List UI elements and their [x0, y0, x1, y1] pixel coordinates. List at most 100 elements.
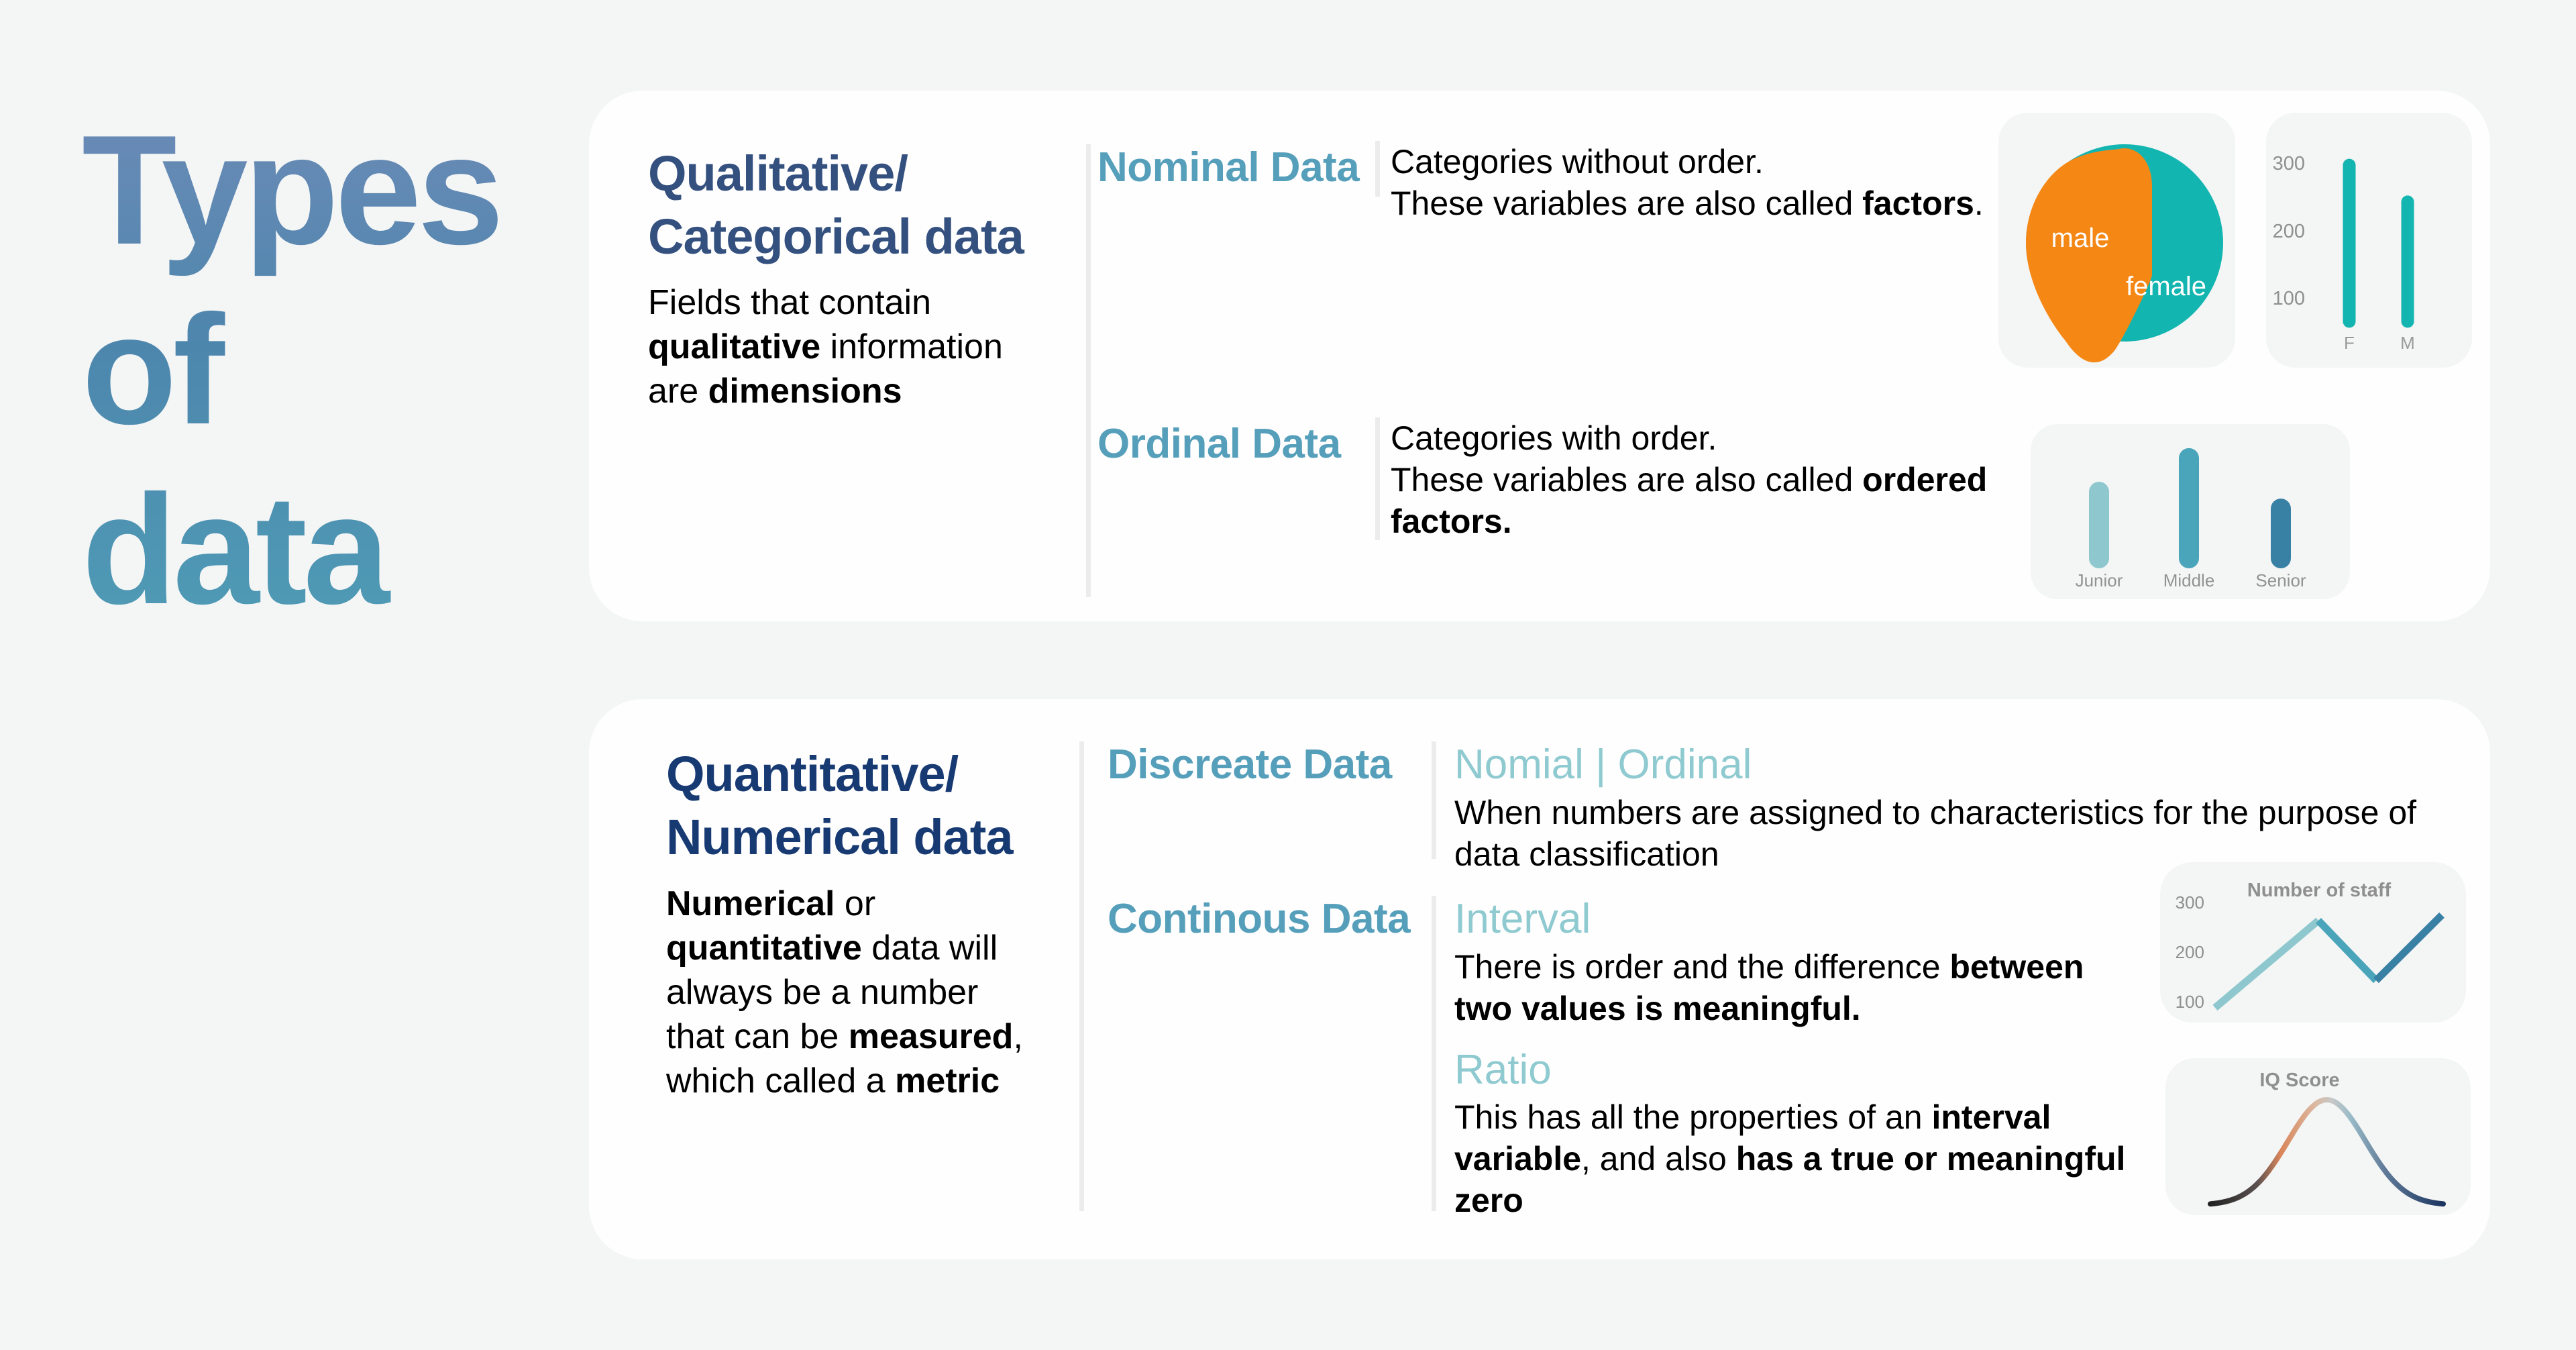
- title-line-3: data: [82, 463, 386, 637]
- text: information: [820, 327, 1003, 366]
- bold-text: metric: [895, 1061, 1000, 1100]
- y-tick-200: 200: [2176, 942, 2204, 962]
- quantitative-desc-line-2: quantitative data will: [666, 926, 1082, 970]
- bold-text: measured: [848, 1017, 1014, 1056]
- line-segment-3: [2373, 912, 2445, 984]
- text: , and also: [1581, 1140, 1736, 1178]
- interval-description: There is order and the difference betwee…: [1454, 946, 2125, 1029]
- text: These variables are also called: [1391, 461, 1863, 499]
- divider: [1086, 144, 1091, 597]
- bold-text: ordered: [1862, 461, 1988, 499]
- bold-text: has a true or meaningful: [1735, 1140, 2126, 1178]
- x-label-m: M: [2400, 333, 2415, 353]
- staff-line-chart-box: Number of staff 300 200 100: [2160, 862, 2466, 1023]
- staff-line-chart: Number of staff 300 200 100: [2176, 880, 2445, 1012]
- bold-text: two values is meaningful.: [1454, 990, 1861, 1027]
- quantitative-desc-line-5: which called a metric: [666, 1059, 1082, 1103]
- x-label-junior: Junior: [2076, 570, 2123, 590]
- qualitative-heading: Qualitative/ Categorical data: [648, 142, 1077, 268]
- iq-score-chart: IQ Score: [2208, 1070, 2446, 1207]
- qualitative-heading-line-1: Qualitative/: [648, 146, 908, 201]
- gender-pie-chart: male female: [2026, 144, 2223, 363]
- text: that can be: [666, 1017, 849, 1056]
- quantitative-heading-line-1: Quantitative/: [666, 746, 959, 802]
- text: This has all the properties of an: [1454, 1098, 1932, 1136]
- chart-title: IQ Score: [2259, 1070, 2339, 1091]
- quantitative-desc-line-1: Numerical or: [666, 882, 1082, 926]
- line-segment-2: [2316, 918, 2379, 984]
- divider: [1079, 741, 1084, 1211]
- y-tick-200: 200: [2273, 221, 2305, 242]
- nominal-description: Categories without order. These variable…: [1391, 141, 1994, 224]
- ordinal-desc-line-1: Categories with order.: [1391, 419, 1717, 457]
- gender-bar-chart: 300 200 100 F M: [2273, 153, 2415, 353]
- pie-chart-box: male female: [1998, 113, 2235, 368]
- pie-label-female: female: [2126, 272, 2206, 301]
- text: which called a: [666, 1061, 896, 1100]
- divider: [1432, 896, 1436, 1211]
- interval-desc-line-2: two values is meaningful.: [1454, 988, 2125, 1029]
- bold-text: qualitative: [648, 327, 821, 366]
- title-line-1: Types: [82, 103, 500, 277]
- text: .: [1974, 185, 1984, 222]
- divider: [1375, 417, 1380, 540]
- seniority-bar-chart: Junior Middle Senior: [2076, 448, 2306, 590]
- bold-text: Numerical: [666, 884, 835, 923]
- bold-text: quantitative: [666, 929, 862, 968]
- divider: [1432, 741, 1436, 859]
- title-line-2: of: [82, 283, 221, 457]
- qualitative-desc-line-1: Fields that contain: [648, 283, 932, 322]
- ordinal-data-label: Ordinal Data: [1097, 421, 1341, 467]
- page-title: Types of data: [82, 101, 551, 640]
- ordinal-desc-line-3: factors.: [1391, 501, 2008, 542]
- pie-label-male: male: [2051, 223, 2110, 253]
- ratio-desc-line-3: zero: [1454, 1180, 2152, 1221]
- line-segment-1: [2212, 917, 2321, 1011]
- nominal-desc-line-1: Categories without order.: [1391, 143, 1764, 180]
- qualitative-heading-line-2: Categorical data: [648, 209, 1024, 264]
- qualitative-desc-line-3: are dimensions: [648, 369, 1077, 413]
- qualitative-description: Fields that contain qualitative informat…: [648, 280, 1077, 413]
- discrete-sub-label: Nomial | Ordinal: [1454, 741, 1752, 788]
- ratio-desc-line-2: variable, and also has a true or meaning…: [1454, 1138, 2152, 1180]
- quantitative-description: Numerical or quantitative data will alwa…: [666, 882, 1082, 1103]
- interval-desc-line-1: There is order and the difference betwee…: [1454, 946, 2125, 988]
- text: are: [648, 372, 708, 411]
- x-label-senior: Senior: [2255, 570, 2306, 590]
- y-tick-300: 300: [2273, 153, 2305, 174]
- bold-text: factors: [1862, 185, 1974, 222]
- bell-curve: [2208, 1096, 2446, 1207]
- bold-text: dimensions: [708, 372, 902, 411]
- y-tick-100: 100: [2273, 288, 2305, 309]
- nominal-data-label: Nominal Data: [1097, 144, 1360, 191]
- nominal-desc-line-2: These variables are also called factors.: [1391, 183, 1994, 224]
- text: There is order and the difference: [1454, 948, 1950, 986]
- ratio-label: Ratio: [1454, 1047, 1552, 1093]
- quantitative-desc-line-3: always be a number: [666, 973, 979, 1012]
- y-tick-100: 100: [2176, 992, 2204, 1012]
- quantitative-heading-line-2: Numerical data: [666, 809, 1014, 865]
- chart-title: Number of staff: [2247, 880, 2392, 901]
- x-label-middle: Middle: [2163, 570, 2215, 590]
- ratio-description: This has all the properties of an interv…: [1454, 1096, 2152, 1221]
- qualitative-desc-line-2: qualitative information: [648, 325, 1077, 369]
- discrete-data-label: Discreate Data: [1108, 741, 1392, 788]
- bold-text: zero: [1454, 1182, 1523, 1219]
- bold-text: factors.: [1391, 503, 1512, 540]
- text: These variables are also called: [1391, 185, 1863, 222]
- iq-score-chart-box: IQ Score: [2165, 1058, 2471, 1215]
- bold-text: variable: [1454, 1140, 1582, 1178]
- seniority-bar-chart-box: Junior Middle Senior: [2031, 424, 2350, 599]
- y-tick-300: 300: [2176, 892, 2204, 913]
- continuous-data-label: Continous Data: [1108, 896, 1411, 942]
- text: ,: [1013, 1017, 1023, 1056]
- interval-label: Interval: [1454, 896, 1591, 942]
- divider: [1375, 141, 1380, 197]
- text: or: [835, 884, 876, 923]
- bold-text: interval: [1931, 1098, 2051, 1136]
- bold-text: between: [1949, 948, 2084, 986]
- ordinal-description: Categories with order. These variables a…: [1391, 417, 2008, 542]
- text: data will: [861, 929, 998, 968]
- discrete-desc-line-1: When numbers are assigned to characteris…: [1454, 794, 2417, 831]
- quantitative-desc-line-4: that can be measured,: [666, 1015, 1082, 1059]
